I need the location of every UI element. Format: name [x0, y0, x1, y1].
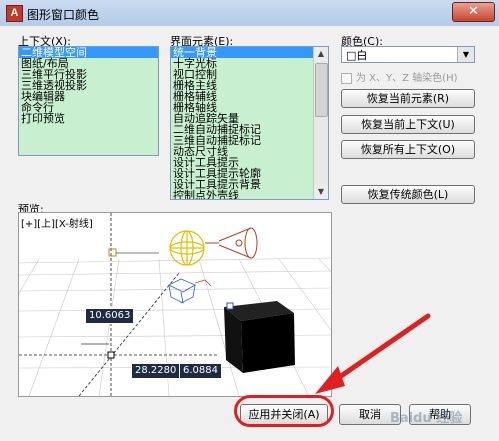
- scroll-thumb[interactable]: [315, 63, 328, 117]
- color-select-value: □白: [346, 49, 368, 62]
- context-list-item[interactable]: 打印预览: [19, 113, 158, 124]
- close-button[interactable]: ✕: [452, 2, 495, 22]
- interface-list-scrollbar[interactable]: ▲ ▼: [313, 47, 328, 199]
- scroll-down-arrow-icon[interactable]: ▼: [314, 185, 328, 199]
- context-listbox[interactable]: 二维模型空间 图纸/布局 三维平行投影 三维透视投影 块编辑器 命令行 打印预览: [18, 46, 159, 156]
- interface-element-listbox[interactable]: 统一背景 十字光标 视口控制 栅格主线 栅格辅线 栅格轴线 自动追踪矢量 二维自动捕捉标记 三维…: [170, 46, 329, 200]
- watermark-text: Baidu 经验: [390, 411, 463, 426]
- preview-pane: [+][上][X-射线] 10.6063 28.2280 6.0884: [18, 212, 332, 397]
- restore-all-contexts-button[interactable]: 恢复所有上下文(O): [341, 140, 475, 159]
- annotation-highlight-ring: [234, 395, 334, 427]
- dialog-body: 上下文(X): 二维模型空间 图纸/布局 三维平行投影 三维透视投影 块编辑器 命令行 打印…: [0, 26, 499, 441]
- restore-classic-colors-button[interactable]: 恢复传统颜色(L): [341, 185, 475, 204]
- interface-element-list-item[interactable]: 控制点外壳线: [171, 190, 328, 199]
- dimension-tooltip-2: 28.2280: [131, 363, 181, 379]
- tint-axis-label: 为 X、Y、Z 轴染色(H): [356, 73, 458, 84]
- dimension-tooltip-1: 10.6063: [85, 308, 135, 324]
- tint-axis-checkbox: 为 X、Y、Z 轴染色(H): [341, 69, 458, 84]
- dimension-tooltip-3: 6.0884: [179, 363, 222, 379]
- restore-current-context-button[interactable]: 恢复当前上下文(U): [341, 115, 475, 134]
- checkbox-icon: [341, 72, 352, 84]
- restore-current-element-button[interactable]: 恢复当前元素(R): [341, 89, 475, 108]
- color-select[interactable]: □白 ▼: [341, 46, 475, 63]
- chevron-down-icon[interactable]: ▼: [457, 47, 474, 62]
- scroll-up-arrow-icon[interactable]: ▲: [314, 47, 328, 61]
- window-title: 图形窗口颜色: [27, 8, 100, 22]
- title-bar: A 图形窗口颜色 ✕: [0, 0, 499, 27]
- autocad-app-icon: A: [6, 5, 23, 22]
